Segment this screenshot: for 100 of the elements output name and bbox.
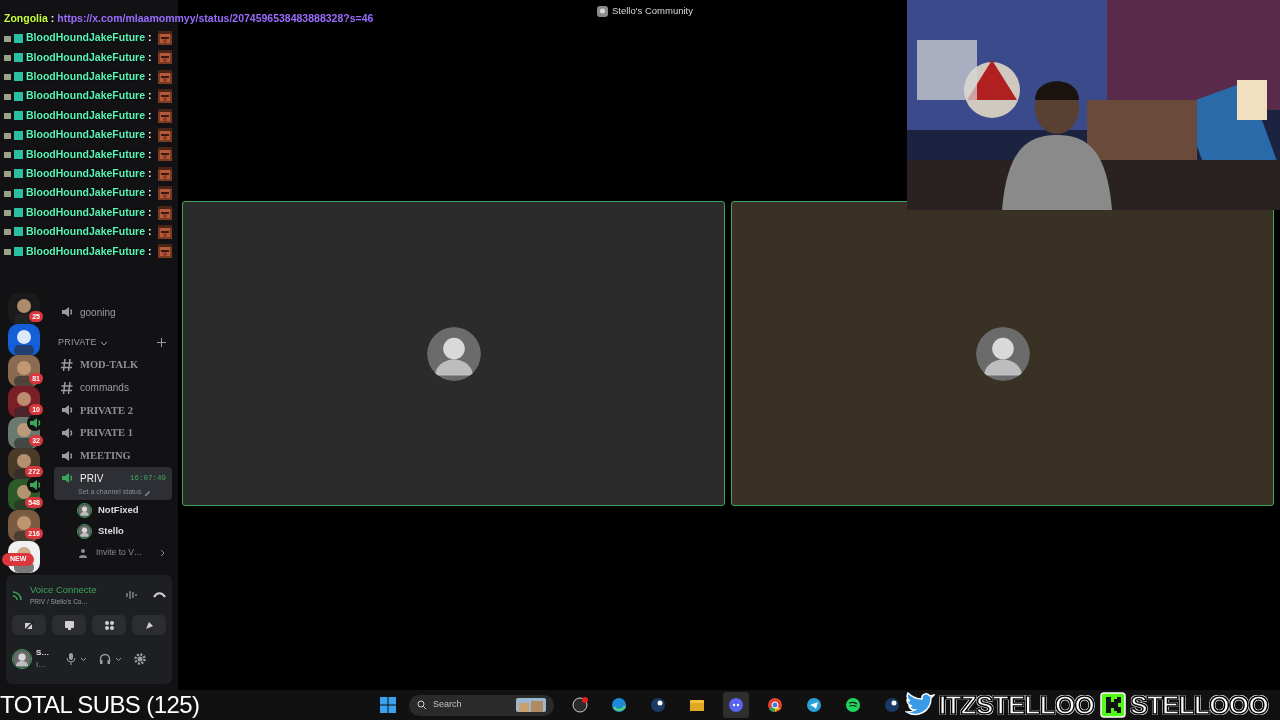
app-icon[interactable]: [727, 697, 744, 713]
channel-item[interactable]: MOD-TALK: [54, 353, 172, 377]
chat-username: BloodHoundJakeFuture: [26, 107, 145, 123]
app-icon[interactable]: [805, 697, 822, 713]
app-icon[interactable]: [844, 697, 861, 713]
chat-username: BloodHoundJakeFuture: [26, 88, 145, 104]
channel-item[interactable]: MEETING: [54, 444, 172, 468]
chat-colon: :: [148, 88, 152, 104]
speaker-icon: [60, 448, 74, 463]
video-tile[interactable]: [182, 201, 725, 506]
chat-username: BloodHoundJakeFuture: [26, 185, 145, 201]
app-icon[interactable]: [649, 697, 666, 713]
app-icon[interactable]: [766, 697, 783, 713]
chat-username: BloodHoundJakeFuture: [26, 165, 145, 181]
hang-up-icon[interactable]: [153, 591, 166, 599]
voice-control-button[interactable]: [52, 615, 86, 635]
badge-icon: [4, 32, 24, 44]
bird-icon: [904, 692, 935, 718]
channel-item[interactable]: commands: [54, 376, 172, 400]
chat-colon: :: [148, 185, 152, 201]
channel-item[interactable]: PRIVATE 2: [54, 399, 172, 422]
chat-username: Zongolia: [4, 10, 48, 26]
badge-icon: [4, 245, 24, 257]
avatar-icon: [13, 650, 31, 668]
chat-username: BloodHoundJakeFuture: [26, 30, 145, 46]
server-icon: [597, 5, 608, 17]
badge-icon: [4, 187, 24, 199]
app-icon[interactable]: [883, 697, 900, 713]
chat-username: BloodHoundJakeFuture: [26, 224, 145, 240]
chat-colon: :: [148, 69, 152, 84]
chat-username: BloodHoundJakeFuture: [26, 204, 145, 220]
chat-colon: :: [50, 10, 55, 26]
hash-icon: [60, 380, 74, 395]
hash-icon: [60, 358, 74, 373]
signal-icon: [12, 589, 24, 601]
screen-share-icon: [63, 619, 75, 631]
badge-icon: [4, 71, 24, 83]
badge-icon: [4, 90, 24, 102]
speaker-icon: [60, 403, 74, 418]
video-tile[interactable]: [731, 201, 1274, 506]
app-icon[interactable]: [610, 697, 627, 713]
microphone-icon[interactable]: [66, 653, 76, 665]
people-icon: [78, 547, 88, 558]
chevron-icon[interactable]: [80, 656, 87, 662]
search-field[interactable]: Search: [408, 694, 554, 716]
badge-icon: [4, 168, 24, 180]
speaker-icon: [28, 416, 42, 430]
channel-item[interactable]: PRIVATE 1: [54, 421, 172, 445]
soundwave-icon[interactable]: [125, 589, 137, 601]
badge-icon: [4, 207, 24, 219]
speaker-icon: [60, 426, 74, 441]
speaker-icon: [28, 478, 42, 492]
badge-icon: [4, 226, 24, 238]
chat-colon: :: [148, 243, 152, 259]
window-title: Stello's Community: [612, 3, 693, 18]
chat-colon: :: [148, 146, 152, 162]
chat-colon: :: [148, 49, 152, 65]
chat-username: BloodHoundJakeFuture: [26, 146, 145, 162]
user-name: S…: [36, 647, 51, 659]
windows-icon[interactable]: [379, 697, 396, 713]
activities-icon: [103, 619, 115, 631]
channel-item[interactable]: gooning: [54, 301, 172, 324]
chat-username: BloodHoundJakeFuture: [26, 69, 145, 84]
pencil-icon[interactable]: [144, 488, 152, 496]
folder-icon[interactable]: [688, 697, 705, 713]
member-name[interactable]: NotFixed: [98, 503, 139, 518]
badge-icon: [4, 51, 24, 63]
chat-colon: :: [148, 30, 152, 46]
app-icon[interactable]: [571, 697, 588, 713]
avatar-icon: [78, 524, 91, 538]
camera-off-icon: [23, 619, 35, 631]
avatar-icon: [426, 326, 481, 381]
chevron-icon[interactable]: [115, 656, 122, 662]
chat-colon: :: [148, 204, 152, 220]
invite-item[interactable]: Invite to V…: [48, 541, 178, 564]
badge-icon: [4, 129, 24, 141]
category-label[interactable]: PRIVATE: [58, 335, 97, 350]
chat-colon: :: [148, 107, 152, 123]
chevron-icon: [160, 548, 166, 557]
member-name[interactable]: Stello: [98, 524, 124, 539]
social-handle: STELLOOO: [1130, 692, 1268, 718]
chat-link[interactable]: https://x.com/mlaamommyy/status/2074596538483888328?s=46: [57, 10, 374, 27]
chat-colon: :: [148, 224, 152, 240]
badge-icon: [4, 110, 24, 122]
voice-status: Voice Connecte: [30, 583, 98, 597]
speaker-icon: [60, 305, 74, 320]
avatar-icon: [975, 326, 1030, 381]
badge-icon: [4, 148, 24, 160]
social-handle: ITZSTELLOO: [938, 692, 1095, 718]
voice-control-button[interactable]: [12, 615, 46, 635]
chat-username: BloodHoundJakeFuture: [26, 243, 145, 259]
speaker-icon: [60, 471, 74, 486]
settings-icon[interactable]: [134, 653, 146, 665]
plus-icon[interactable]: [157, 338, 166, 348]
voice-control-button[interactable]: [92, 615, 126, 635]
voice-control-button[interactable]: [132, 615, 166, 635]
chat-username: BloodHoundJakeFuture: [26, 49, 145, 65]
chat-colon: :: [148, 165, 152, 181]
headphones-icon[interactable]: [99, 653, 111, 665]
search-icon: [416, 700, 427, 710]
